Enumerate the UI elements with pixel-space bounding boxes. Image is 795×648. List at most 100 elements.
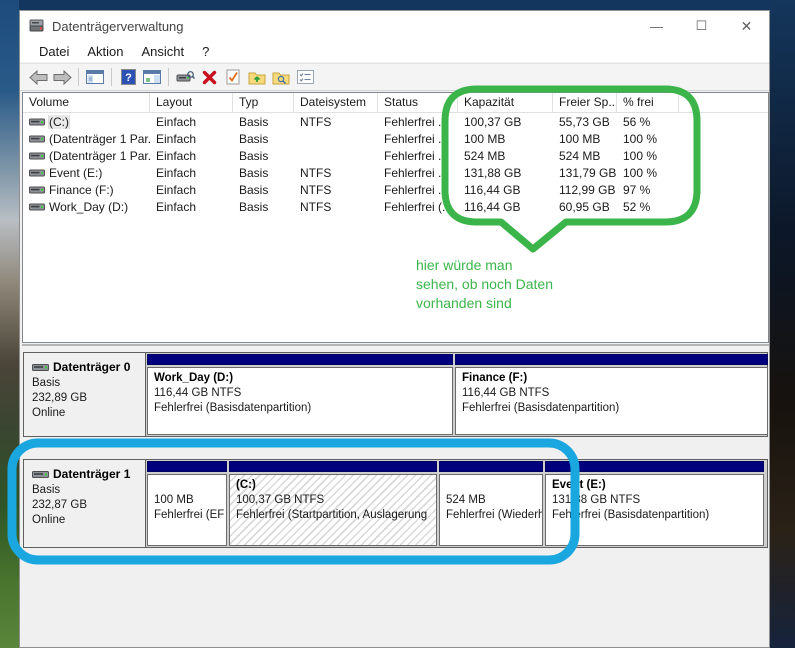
volume-name: Finance (F:) — [49, 182, 114, 197]
status-cell: Fehlerfrei ... — [384, 131, 449, 146]
partition-label — [446, 478, 537, 493]
volume-table-row[interactable]: Event (E:) Einfach Basis NTFS Fehlerfrei… — [23, 164, 768, 181]
folder-explore-icon[interactable] — [269, 66, 293, 88]
column-header-Dateisystem[interactable]: Dateisystem — [294, 93, 378, 112]
column-header-Volume[interactable]: Volume — [23, 93, 150, 112]
prozent-frei-cell: 100 % — [623, 148, 658, 163]
delete-volume-icon[interactable] — [197, 66, 221, 88]
volume-table-row[interactable]: Work_Day (D:) Einfach Basis NTFS Fehlerf… — [23, 198, 768, 215]
disk-1-type: Basis — [32, 484, 61, 496]
menu-ansicht[interactable]: Ansicht — [133, 42, 194, 61]
volume-name: Event (E:) — [49, 165, 103, 180]
partition-status: Fehlerfrei (EF — [154, 509, 225, 521]
maximize-button[interactable]: ☐ — [679, 11, 724, 41]
menu-hilfe[interactable]: ? — [193, 42, 218, 61]
freier-speicher-cell: 60,95 GB — [559, 199, 610, 214]
kapazitaet-cell: 116,44 GB — [464, 182, 521, 197]
volume-drive-icon — [29, 202, 45, 212]
partition-block[interactable]: 524 MB Fehlerfrei (Wiederh — [439, 461, 543, 546]
volume-cell: (Datenträger 1 Par... — [23, 132, 150, 146]
disk-0-header[interactable]: Datenträger 0 Basis 232,89 GB Online — [24, 353, 146, 436]
column-header-Layout[interactable]: Layout — [150, 93, 233, 112]
column-header-% frei[interactable]: % frei — [617, 93, 679, 112]
typ-cell: Basis — [239, 199, 269, 214]
volume-cell: Work_Day (D:) — [23, 200, 150, 214]
disk-0-partitions: Work_Day (D:) 116,44 GB NTFS Fehlerfrei … — [146, 353, 769, 436]
partition-body: Finance (F:) 116,44 GB NTFS Fehlerfrei (… — [455, 367, 768, 435]
disk-0-type: Basis — [32, 377, 61, 389]
folder-open-icon[interactable] — [245, 66, 269, 88]
partition-body: (C:) 100,37 GB NTFS Fehlerfrei (Startpar… — [229, 474, 437, 546]
volume-cell: Finance (F:) — [23, 183, 150, 197]
close-button[interactable]: ✕ — [724, 11, 769, 41]
show-action-pane-icon[interactable] — [140, 66, 164, 88]
column-header-Kapazität[interactable]: Kapazität — [458, 93, 553, 112]
volume-table-row[interactable]: (C:) Einfach Basis NTFS Fehlerfrei ... 1… — [23, 113, 768, 130]
partition-label: Event (E:) — [552, 479, 606, 491]
disk-0-status: Online — [32, 407, 66, 419]
disk-1-header[interactable]: Datenträger 1 Basis 232,87 GB Online — [24, 460, 146, 547]
rescan-disks-icon[interactable] — [173, 66, 197, 88]
partition-block[interactable]: 100 MB Fehlerfrei (EF — [147, 461, 227, 546]
partition-size: 100 MB — [154, 494, 194, 506]
layout-cell: Einfach — [156, 131, 197, 146]
disk-1-band: Datenträger 1 Basis 232,87 GB Online 100… — [23, 459, 768, 548]
partition-block[interactable]: Work_Day (D:) 116,44 GB NTFS Fehlerfrei … — [147, 354, 453, 435]
volume-list: Volume Layout Typ Dateisystem Status Kapazitä… — [22, 92, 769, 343]
freier-speicher-cell: 112,99 GB — [559, 182, 616, 197]
dateisystem-cell: NTFS — [300, 114, 332, 129]
partition-block[interactable]: (C:) 100,37 GB NTFS Fehlerfrei (Startpar… — [229, 461, 437, 546]
partition-block[interactable]: Finance (F:) 116,44 GB NTFS Fehlerfrei (… — [455, 354, 768, 435]
volume-table-row[interactable]: Finance (F:) Einfach Basis NTFS Fehlerfr… — [23, 181, 768, 198]
partition-block[interactable]: Event (E:) 131,88 GB NTFS Fehlerfrei (Ba… — [545, 461, 764, 546]
disk-icon — [32, 362, 49, 373]
partition-type-strip — [545, 461, 764, 472]
prozent-frei-cell: 52 % — [623, 199, 651, 214]
volume-table-row[interactable]: (Datenträger 1 Par... Einfach Basis Fehl… — [23, 130, 768, 147]
toolbar-separator — [168, 68, 169, 86]
partition-label: Finance (F:) — [462, 372, 528, 384]
menu-datei[interactable]: Datei — [30, 42, 78, 61]
volume-drive-icon — [29, 151, 45, 161]
disk-management-window: Datenträgerverwaltung — ☐ ✕ Datei Aktion… — [19, 10, 770, 648]
forward-icon[interactable] — [50, 66, 74, 88]
column-header-Freier Sp...[interactable]: Freier Sp... — [553, 93, 617, 112]
partition-size: 524 MB — [446, 494, 486, 506]
dateisystem-cell: NTFS — [300, 165, 332, 180]
partition-type-strip — [455, 354, 768, 365]
partition-size: 100,37 GB NTFS — [236, 494, 325, 506]
disk-graphical-area: Datenträger 0 Basis 232,89 GB Online Wor… — [22, 344, 769, 647]
disk-1-name: Datenträger 1 — [53, 467, 131, 481]
disk-1-partitions: 100 MB Fehlerfrei (EF (C:) 100,37 GB NTF… — [146, 460, 767, 547]
typ-cell: Basis — [239, 131, 269, 146]
dateisystem-cell: NTFS — [300, 182, 332, 197]
status-cell: Fehlerfrei ... — [384, 114, 449, 129]
layout-cell: Einfach — [156, 182, 197, 197]
column-header-Status[interactable]: Status — [378, 93, 458, 112]
minimize-button[interactable]: — — [634, 11, 679, 41]
column-header-Typ[interactable]: Typ — [233, 93, 294, 112]
status-cell: Fehlerfrei ... — [384, 148, 449, 163]
menu-aktion[interactable]: Aktion — [78, 42, 132, 61]
tasks-list-icon[interactable] — [293, 66, 317, 88]
volume-list-header: Volume Layout Typ Dateisystem Status Kapazitä… — [23, 93, 768, 113]
kapazitaet-cell: 524 MB — [464, 148, 506, 163]
partition-status: Fehlerfrei (Wiederh — [446, 509, 543, 521]
disk-0-band: Datenträger 0 Basis 232,89 GB Online Wor… — [23, 352, 768, 437]
help-icon[interactable]: ? — [116, 66, 140, 88]
typ-cell: Basis — [239, 148, 269, 163]
show-console-tree-icon[interactable] — [83, 66, 107, 88]
volume-cell: (Datenträger 1 Par... — [23, 149, 150, 163]
window-title: Datenträgerverwaltung — [52, 18, 184, 34]
back-icon[interactable] — [26, 66, 50, 88]
column-header-blank[interactable] — [679, 93, 768, 112]
disk-management-app-icon — [29, 19, 45, 33]
mark-check-icon[interactable] — [221, 66, 245, 88]
partition-body: Event (E:) 131,88 GB NTFS Fehlerfrei (Ba… — [545, 474, 764, 546]
partition-type-strip — [439, 461, 543, 472]
volume-table-row[interactable]: (Datenträger 1 Par... Einfach Basis Fehl… — [23, 147, 768, 164]
svg-text:?: ? — [125, 72, 132, 84]
title-bar[interactable]: Datenträgerverwaltung — ☐ ✕ — [20, 11, 769, 41]
kapazitaet-cell: 100,37 GB — [464, 114, 522, 129]
layout-cell: Einfach — [156, 199, 197, 214]
